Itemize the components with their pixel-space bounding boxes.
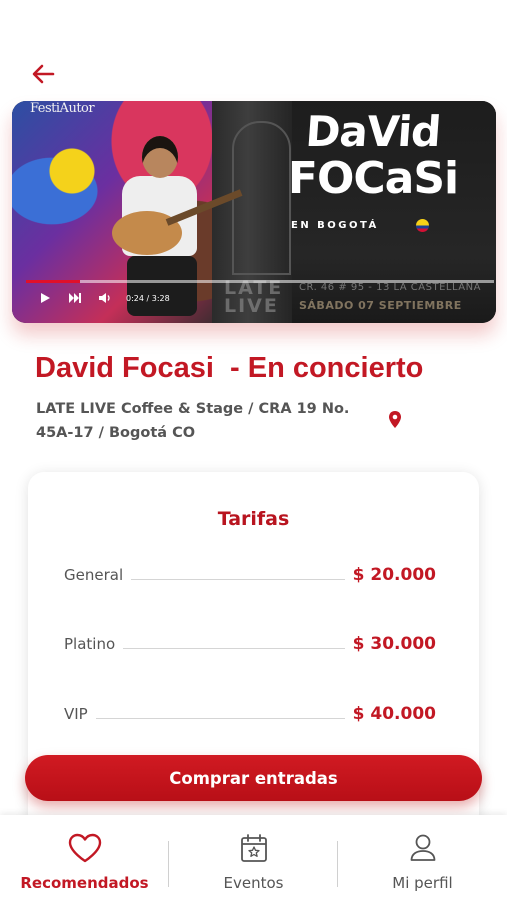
arrow-left-icon — [32, 64, 55, 84]
event-venue: LATE LIVE Coffee & Stage / CRA 19 No. 45… — [36, 401, 350, 441]
volume-icon — [99, 293, 110, 303]
video-poster-title: DaVid FOCaSi — [287, 107, 459, 204]
tarifa-divider — [95, 717, 345, 719]
location-pin-icon — [389, 411, 401, 428]
video-time: 0:24 / 3:28 — [126, 293, 170, 303]
skip-next-icon — [69, 293, 81, 303]
tarifa-divider — [131, 578, 345, 580]
next-button[interactable] — [64, 287, 86, 309]
nav-label: Recomendados — [20, 874, 149, 892]
tarifa-row-general: General $ 20.000 — [64, 563, 436, 587]
location-button[interactable] — [387, 410, 403, 430]
video-performer — [112, 131, 243, 316]
video-controls: 0:24 / 3:28 — [34, 287, 170, 309]
video-poster-address: CR. 46 # 95 - 13 LA CASTELLANA — [299, 282, 481, 293]
heart-icon — [68, 833, 101, 863]
nav-label: Mi perfil — [392, 874, 453, 892]
user-icon — [410, 834, 435, 861]
buy-tickets-button[interactable]: Comprar entradas — [25, 755, 482, 801]
play-icon — [41, 293, 50, 303]
nav-item-eventos[interactable]: Eventos — [169, 815, 338, 900]
video-poster-subtitle: EN BOGOTÁ — [291, 220, 379, 231]
nav-item-recomendados[interactable]: Recomendados — [0, 815, 169, 900]
play-button[interactable] — [34, 287, 56, 309]
video-poster-venue: LATE LIVE — [224, 277, 284, 318]
colombia-flag-icon — [416, 219, 429, 232]
tarifa-row-vip: VIP $ 40.000 — [64, 702, 436, 726]
tarifa-name: General — [64, 566, 124, 584]
tarifa-price: $ 30.000 — [352, 634, 436, 654]
nav-label: Eventos — [223, 874, 284, 892]
video-poster-date: SÁBADO 07 SEPTIEMBRE — [299, 299, 462, 312]
video-progress-bar[interactable] — [26, 280, 494, 283]
video-brand-logo: FestiAutor — [30, 101, 95, 116]
tarifa-row-platino: Platino $ 30.000 — [64, 632, 436, 656]
bottom-nav: Recomendados Eventos Mi perfil — [0, 815, 507, 900]
tarifas-title: Tarifas — [217, 508, 290, 530]
back-button[interactable] — [28, 60, 58, 88]
video-player[interactable]: FestiAutor DaVid FOCaSi EN BOGOTÁ LATE L… — [12, 101, 496, 323]
event-title: David Focasi - En concierto — [35, 352, 424, 384]
tarifa-price: $ 20.000 — [352, 565, 436, 585]
tarifa-divider — [123, 647, 345, 649]
video-progress-fill — [26, 280, 80, 283]
tarifa-name: Platino — [64, 635, 116, 653]
tarifa-price: $ 40.000 — [352, 704, 436, 724]
tarifa-name: VIP — [64, 705, 88, 723]
calendar-star-icon — [240, 834, 267, 862]
nav-item-mi-perfil[interactable]: Mi perfil — [338, 815, 507, 900]
volume-button[interactable] — [94, 287, 116, 309]
